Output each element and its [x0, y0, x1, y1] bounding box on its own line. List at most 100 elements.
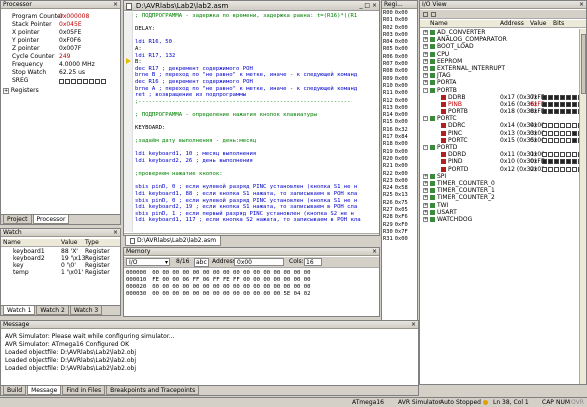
bit-box[interactable]: [560, 137, 565, 143]
expand-plus-icon[interactable]: +: [423, 73, 428, 79]
io-tree-item[interactable]: PORTB 0x18 (0x38) 0xFF: [420, 108, 586, 115]
register-row[interactable]: R16 0x32: [383, 127, 417, 134]
sreg-bit-box[interactable]: [83, 79, 88, 84]
memory-row[interactable]: 000030 00 00 00 00 00 00 00 00 00 00 00 0…: [126, 291, 377, 298]
code-line[interactable]: ldi keyboard2, 26 ; день выполнения: [135, 158, 379, 165]
cols-select[interactable]: 16: [304, 258, 322, 266]
register-row[interactable]: R25 0x13: [383, 192, 417, 199]
code-line[interactable]: sbis pinD, 0 ; если нулевой разряд PINC …: [135, 184, 379, 191]
code-line[interactable]: ;---------------------------------------…: [135, 99, 379, 106]
register-row[interactable]: R08 0x00: [383, 68, 417, 75]
expand-plus-icon[interactable]: +: [423, 195, 428, 201]
io-tree-item[interactable]: DDRD 0x11 (0x31) 0x00: [420, 151, 586, 158]
register-row[interactable]: R05 0x00: [383, 46, 417, 53]
close-icon[interactable]: ×: [113, 229, 118, 237]
register-row[interactable]: R17 0x84: [383, 134, 417, 141]
io-tree-item[interactable]: + EXTERNAL_INTERRUPT: [420, 65, 579, 72]
memory-dump[interactable]: 000000 00 00 00 00 00 00 00 00 00 00 00 0…: [126, 270, 377, 298]
processor-row[interactable]: Y pointer 0xF0F6: [3, 37, 118, 45]
collapse-minus-icon[interactable]: -: [423, 87, 428, 93]
bit-box[interactable]: [554, 123, 559, 129]
bit-box[interactable]: [572, 109, 577, 115]
bit-box[interactable]: [548, 109, 553, 115]
bit-box[interactable]: [542, 123, 547, 129]
bit-box[interactable]: [572, 159, 577, 165]
code-line[interactable]: ret ; возвращение из подпрограммы: [135, 92, 379, 99]
bit-box[interactable]: [542, 152, 547, 158]
expand-plus-icon[interactable]: +: [423, 180, 428, 186]
tab-project[interactable]: Project: [3, 215, 32, 224]
code-line[interactable]: ldi keyboard1, 10 ; месяц выполнения: [135, 151, 379, 158]
memory-row[interactable]: 000010 FE 00 00 06 FF 06 FF FE FF 00 00 0…: [126, 277, 377, 284]
memory-row[interactable]: 000020 00 00 00 00 00 00 00 00 00 00 00 0…: [126, 284, 377, 291]
address-input[interactable]: 0x00: [234, 258, 284, 266]
io-tree-item[interactable]: + ANALOG_COMPARATOR: [420, 36, 579, 43]
io-tree-item[interactable]: + TWI: [420, 202, 579, 209]
processor-row[interactable]: Stop Watch 62.25 us: [3, 69, 118, 77]
tab-message[interactable]: Message: [27, 386, 62, 395]
io-tree-item[interactable]: DDRB 0x17 (0x37) 0xFF: [420, 94, 586, 101]
code-line[interactable]: sbis pinD, 0 ; если нулевой разряд PINC …: [135, 198, 379, 205]
io-tree-item[interactable]: - PORTD: [420, 144, 579, 151]
bit-box[interactable]: [566, 166, 571, 172]
expand-plus-icon[interactable]: +: [423, 173, 428, 179]
collapse-minus-icon[interactable]: -: [423, 116, 428, 122]
bit-box[interactable]: [554, 166, 559, 172]
memory-row[interactable]: 000000 00 00 00 00 00 00 00 00 00 00 00 0…: [126, 270, 377, 277]
expand-plus-icon[interactable]: +: [423, 80, 428, 86]
bit-box[interactable]: [566, 123, 571, 129]
width-toggle[interactable]: 8/16: [176, 257, 189, 267]
expand-plus-icon[interactable]: +: [423, 37, 428, 43]
bit-box[interactable]: [572, 152, 577, 158]
tab-find-in-files[interactable]: Find in Files: [62, 386, 106, 395]
bit-box[interactable]: [548, 137, 553, 143]
io-col-value[interactable]: Value: [530, 20, 546, 28]
bit-box[interactable]: [560, 109, 565, 115]
code-line[interactable]: KEYBOARD:: [135, 125, 379, 132]
code-line[interactable]: ;задаём дату выполнения - день:месяц: [135, 138, 379, 145]
sreg-bit-box[interactable]: [71, 79, 76, 84]
io-tree-item[interactable]: + CPU: [420, 51, 579, 58]
io-scroll-thumb[interactable]: [581, 34, 586, 94]
bit-box[interactable]: [554, 101, 559, 107]
bit-box[interactable]: [554, 159, 559, 165]
watch-col-value[interactable]: Value: [61, 239, 77, 247]
bit-box[interactable]: [542, 159, 547, 165]
bit-box[interactable]: [548, 123, 553, 129]
register-row[interactable]: R24 0x58: [383, 185, 417, 192]
memory-type-select[interactable]: I/O ▾: [126, 258, 170, 266]
register-row[interactable]: R04 0x00: [383, 39, 417, 46]
tab-breakpoints[interactable]: Breakpoints and Tracepoints: [106, 386, 200, 395]
register-row[interactable]: R02 0x00: [383, 25, 417, 32]
io-col-bits[interactable]: Bits: [553, 20, 564, 28]
register-row[interactable]: R27 0x05: [383, 207, 417, 214]
bit-box[interactable]: [560, 130, 565, 136]
bit-box[interactable]: [572, 137, 577, 143]
register-row[interactable]: R12 0x00: [383, 98, 417, 105]
bit-box[interactable]: [572, 101, 577, 107]
code-line[interactable]: B:: [135, 59, 379, 66]
io-tree-item[interactable]: + TIMER_COUNTER_1: [420, 187, 579, 194]
bit-box[interactable]: [560, 101, 565, 107]
register-row[interactable]: R20 0x00: [383, 156, 417, 163]
io-tree-item[interactable]: + TIMER_COUNTER_0: [420, 180, 579, 187]
io-tree-item[interactable]: + USART: [420, 209, 579, 216]
code-line[interactable]: [135, 33, 379, 40]
code-line[interactable]: ldi R17, 132: [135, 53, 379, 60]
bit-box[interactable]: [560, 94, 565, 100]
register-row[interactable]: R26 0x75: [383, 200, 417, 207]
io-tree-item[interactable]: - PORTC: [420, 115, 579, 122]
bit-box[interactable]: [566, 130, 571, 136]
io-tree-item[interactable]: + TIMER_COUNTER_2: [420, 194, 579, 201]
bit-box[interactable]: [566, 137, 571, 143]
io-tree-item[interactable]: + JTAG: [420, 72, 579, 79]
bit-box[interactable]: [548, 130, 553, 136]
code-line[interactable]: [135, 105, 379, 112]
io-toolbar-icon-1[interactable]: [423, 12, 428, 17]
sreg-bit-box[interactable]: [77, 79, 82, 84]
bit-box[interactable]: [560, 123, 565, 129]
editor-gutter[interactable]: [124, 12, 133, 232]
register-row[interactable]: R18 0x00: [383, 141, 417, 148]
bit-box[interactable]: [572, 123, 577, 129]
bit-box[interactable]: [548, 94, 553, 100]
